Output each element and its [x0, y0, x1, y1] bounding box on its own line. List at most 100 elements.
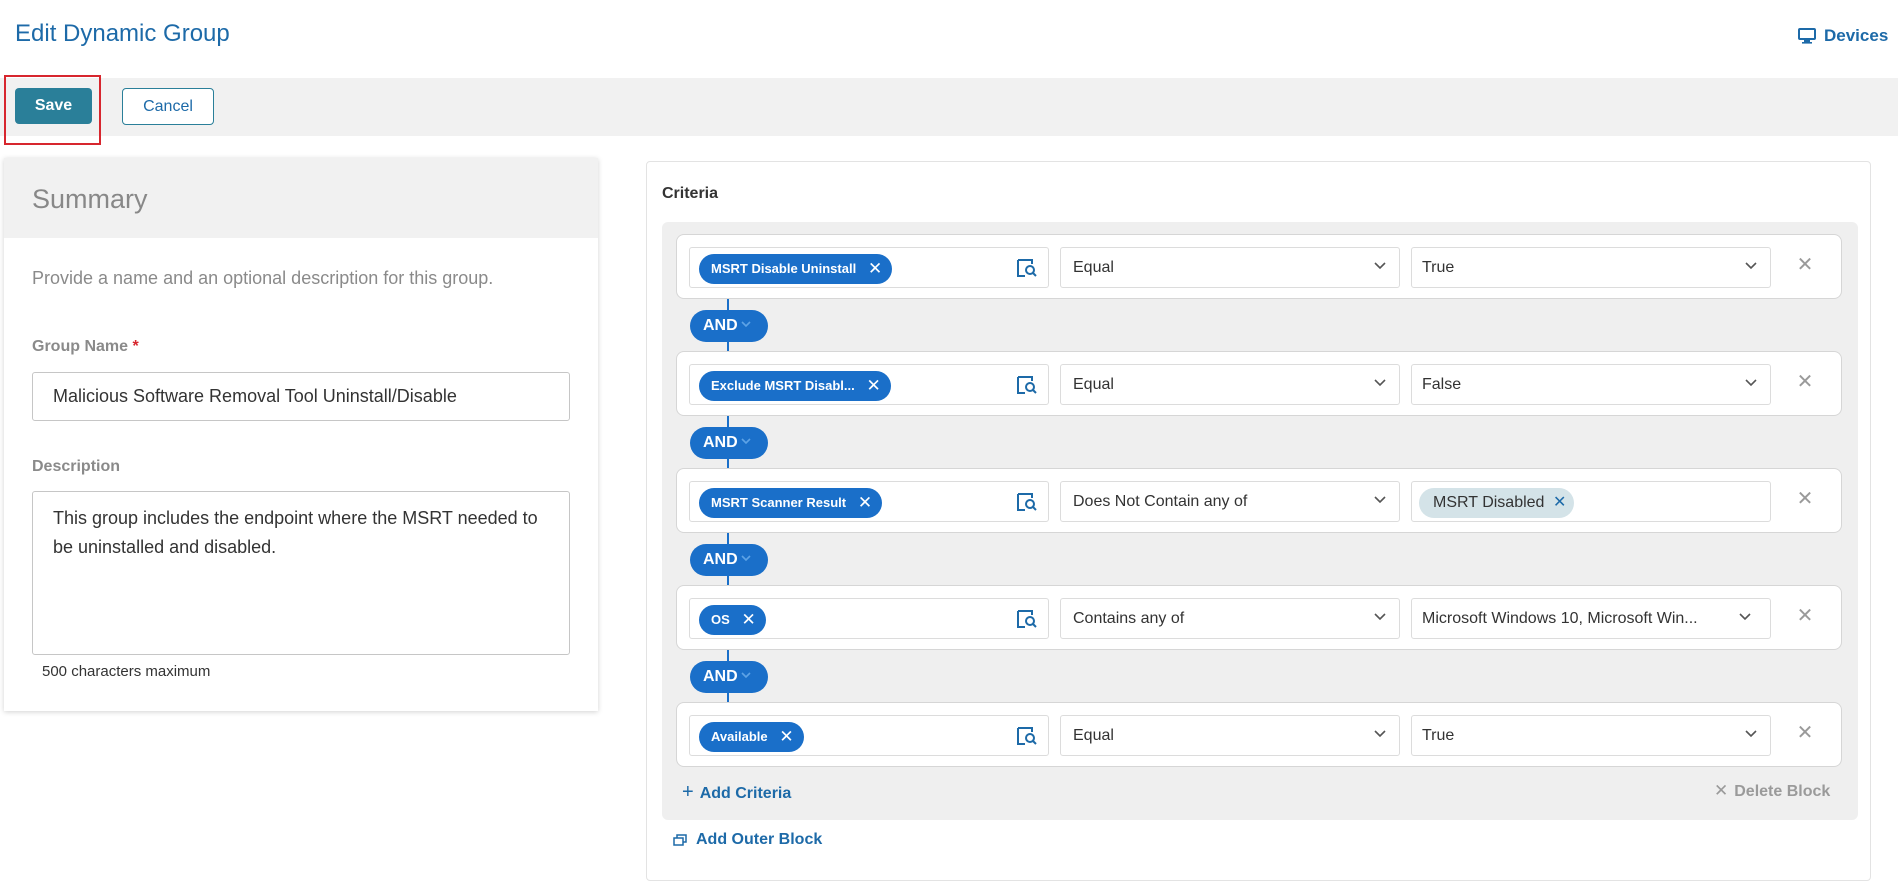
value-select[interactable]: Microsoft Windows 10, Microsoft Win...	[1411, 598, 1771, 639]
remove-criteria-icon[interactable]: ✕	[1795, 721, 1815, 745]
chevron-down-icon	[1374, 496, 1386, 504]
chevron-down-icon	[741, 672, 751, 679]
summary-description: Provide a name and an optional descripti…	[32, 268, 494, 288]
operator-select[interactable]: Equal	[1060, 247, 1400, 288]
criteria-row: MSRT Scanner Result ✕ Does Not Contain a…	[676, 468, 1842, 533]
chevron-down-icon	[741, 321, 751, 328]
field-selector[interactable]: MSRT Disable Uninstall ✕	[689, 247, 1049, 288]
operator-value: Equal	[1073, 259, 1114, 276]
value-select[interactable]: True	[1411, 247, 1771, 288]
chevron-down-icon	[1374, 730, 1386, 738]
field-selector[interactable]: OS ✕	[689, 598, 1049, 639]
group-name-label: Group Name *	[32, 338, 139, 356]
remove-criteria-icon[interactable]: ✕	[1795, 370, 1815, 394]
and-connector[interactable]: AND	[690, 310, 768, 342]
summary-title: Summary	[32, 184, 148, 214]
field-pill-label: Available	[711, 729, 768, 744]
and-label: AND	[703, 668, 738, 685]
operator-value: Equal	[1073, 376, 1114, 393]
delete-block-label: Delete Block	[1734, 783, 1831, 800]
chevron-down-icon	[741, 438, 751, 445]
add-criteria-button[interactable]: + Add Criteria	[682, 781, 791, 804]
value-select[interactable]: False	[1411, 364, 1771, 405]
field-pill-label: MSRT Scanner Result	[711, 495, 847, 510]
field-pill-label: OS	[711, 612, 730, 627]
chevron-down-icon	[1374, 379, 1386, 387]
value-text: True	[1422, 727, 1455, 744]
operator-select[interactable]: Contains any of	[1060, 598, 1400, 639]
chevron-down-icon	[1374, 262, 1386, 270]
field-pill-label: Exclude MSRT Disabl...	[711, 378, 855, 393]
criteria-row: OS ✕ Contains any of Microsoft Windows 1…	[676, 585, 1842, 650]
plus-icon: +	[682, 781, 694, 803]
summary-card: Summary Provide a name and an optional d…	[4, 158, 598, 711]
remove-field-icon[interactable]: ✕	[858, 488, 872, 518]
operator-select[interactable]: Does Not Contain any of	[1060, 481, 1400, 522]
group-name-label-text: Group Name	[32, 338, 129, 355]
field-pill-label: MSRT Disable Uninstall	[711, 261, 857, 276]
toolbar	[0, 78, 1898, 136]
group-name-input[interactable]	[32, 372, 570, 421]
field-pill: OS ✕	[699, 605, 766, 635]
operator-value: Equal	[1073, 727, 1114, 744]
chevron-down-icon	[741, 555, 751, 562]
field-browse-icon[interactable]	[1016, 609, 1038, 629]
add-outer-block-button[interactable]: Add Outer Block	[673, 831, 822, 849]
devices-link[interactable]: Devices	[1798, 26, 1888, 46]
field-browse-icon[interactable]	[1016, 375, 1038, 395]
chevron-down-icon	[1739, 613, 1751, 621]
and-connector[interactable]: AND	[690, 661, 768, 693]
chevron-down-icon	[1745, 262, 1757, 270]
field-browse-icon[interactable]	[1016, 492, 1038, 512]
remove-criteria-icon[interactable]: ✕	[1795, 253, 1815, 277]
field-selector[interactable]: Exclude MSRT Disabl... ✕	[689, 364, 1049, 405]
value-text: False	[1422, 376, 1462, 393]
field-pill: MSRT Disable Uninstall ✕	[699, 254, 893, 284]
cancel-button[interactable]: Cancel	[122, 88, 214, 125]
criteria-row: Exclude MSRT Disabl... ✕ Equal False ✕	[676, 351, 1842, 416]
value-tag-input[interactable]: MSRT Disabled ✕	[1411, 481, 1771, 522]
and-label: AND	[703, 434, 738, 451]
and-label: AND	[703, 551, 738, 568]
summary-header: Summary	[4, 158, 598, 238]
field-browse-icon[interactable]	[1016, 726, 1038, 746]
delete-block-button[interactable]: ✕ Delete Block	[1714, 781, 1830, 801]
field-selector[interactable]: Available ✕	[689, 715, 1049, 756]
value-text: Microsoft Windows 10, Microsoft Win...	[1422, 610, 1698, 627]
remove-tag-icon[interactable]: ✕	[1553, 488, 1566, 518]
value-tag: MSRT Disabled ✕	[1419, 488, 1575, 518]
and-label: AND	[703, 317, 738, 334]
description-textarea[interactable]: This group includes the endpoint where t…	[32, 491, 570, 655]
remove-field-icon[interactable]: ✕	[742, 605, 756, 635]
remove-field-icon[interactable]: ✕	[867, 371, 881, 401]
field-pill: Exclude MSRT Disabl... ✕	[699, 371, 891, 401]
and-connector[interactable]: AND	[690, 427, 768, 459]
operator-value: Contains any of	[1073, 610, 1185, 627]
criteria-row: MSRT Disable Uninstall ✕ Equal True ✕	[676, 234, 1842, 299]
criteria-panel: Criteria MSRT Disable Uninstall ✕ Equal	[646, 161, 1871, 881]
value-text: True	[1422, 259, 1455, 276]
chevron-down-icon	[1745, 730, 1757, 738]
add-outer-block-label: Add Outer Block	[696, 831, 823, 848]
value-select[interactable]: True	[1411, 715, 1771, 756]
remove-field-icon[interactable]: ✕	[868, 254, 882, 284]
operator-select[interactable]: Equal	[1060, 715, 1400, 756]
remove-criteria-icon[interactable]: ✕	[1795, 604, 1815, 628]
operator-select[interactable]: Equal	[1060, 364, 1400, 405]
value-tag-label: MSRT Disabled	[1433, 494, 1545, 511]
devices-link-label: Devices	[1824, 26, 1889, 45]
chevron-down-icon	[1745, 379, 1757, 387]
field-browse-icon[interactable]	[1016, 258, 1038, 278]
field-pill: Available ✕	[699, 722, 804, 752]
criteria-title: Criteria	[662, 185, 719, 202]
remove-field-icon[interactable]: ✕	[779, 722, 793, 752]
field-pill: MSRT Scanner Result ✕	[699, 488, 883, 518]
description-hint: 500 characters maximum	[42, 663, 211, 680]
field-selector[interactable]: MSRT Scanner Result ✕	[689, 481, 1049, 522]
remove-criteria-icon[interactable]: ✕	[1795, 487, 1815, 511]
required-marker: *	[132, 338, 139, 355]
close-icon: ✕	[1714, 781, 1729, 800]
save-button[interactable]: Save	[15, 88, 92, 124]
and-connector[interactable]: AND	[690, 544, 768, 576]
monitor-icon	[1798, 28, 1816, 44]
